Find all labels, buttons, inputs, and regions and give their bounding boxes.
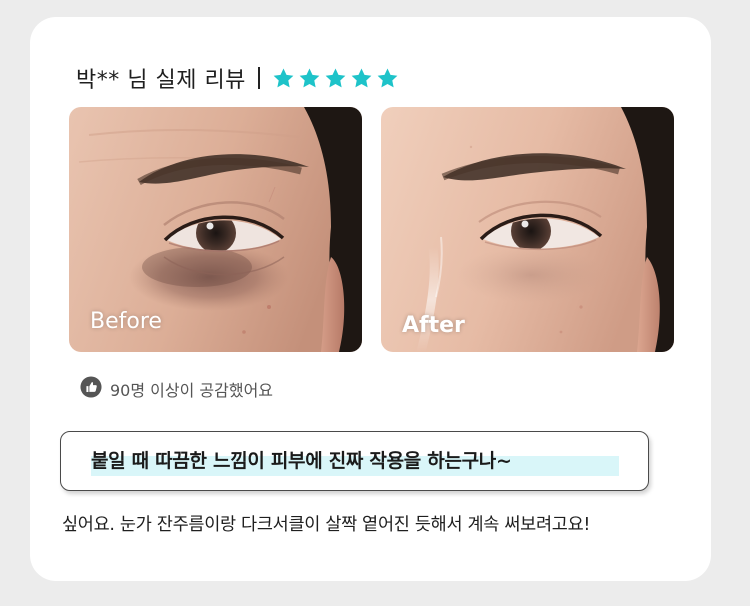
header-divider xyxy=(257,67,260,89)
star-icon xyxy=(350,67,373,90)
review-headline-box: 붙일 때 따끔한 느낌이 피부에 진짜 작용을 하는구나~ xyxy=(60,431,649,491)
thumbs-up-icon[interactable] xyxy=(80,376,102,402)
before-photo: Before xyxy=(69,107,362,352)
star-rating xyxy=(272,67,399,90)
reviewer-label: 박** 님 실제 리뷰 xyxy=(76,68,246,93)
star-icon xyxy=(298,67,321,90)
star-icon xyxy=(376,67,399,90)
star-icon xyxy=(272,67,295,90)
after-photo: After xyxy=(381,107,674,352)
before-label: Before xyxy=(90,309,162,334)
likes-count-text: 90명 이상이 공감했어요 xyxy=(110,381,274,400)
likes-row: 90명 이상이 공감했어요 xyxy=(80,376,273,402)
review-header: 박** 님 실제 리뷰 xyxy=(76,59,399,97)
after-label: After xyxy=(402,313,465,338)
star-icon xyxy=(324,67,347,90)
review-body-text: 싶어요. 눈가 잔주름이랑 다크서클이 살짝 옅어진 듯해서 계속 써보려고요! xyxy=(62,515,591,535)
review-headline: 붙일 때 따끔한 느낌이 피부에 진짜 작용을 하는구나~ xyxy=(91,450,512,472)
